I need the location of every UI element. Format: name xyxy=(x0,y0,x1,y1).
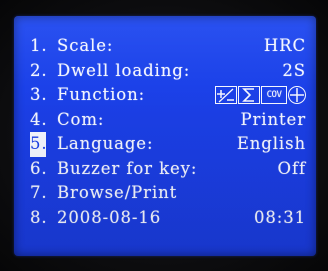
menu-item-label: Com: xyxy=(57,109,105,129)
menu-item-function[interactable]: 3. Function: COV xyxy=(30,83,308,108)
scale-value: HRC xyxy=(263,36,306,55)
com-value: Printer xyxy=(240,109,306,129)
function-icons: COV xyxy=(215,86,306,104)
device-bezel: 1. Scale: HRC 2. Dwell loading: 2S 3. Funct… xyxy=(0,0,328,271)
cov-icon: COV xyxy=(261,86,287,104)
menu-item-number: 6. xyxy=(30,158,48,178)
menu-item-number: 4. xyxy=(30,109,48,129)
sigma-icon xyxy=(238,86,260,104)
selection-cursor: 5. xyxy=(30,132,47,157)
menu-item-label: Language: xyxy=(57,134,154,153)
menu-item-number: 7. xyxy=(30,183,48,202)
menu-item-number: 3. xyxy=(30,85,48,104)
menu-item-dwell-loading[interactable]: 2. Dwell loading: 2S xyxy=(30,59,308,84)
menu-item-label: Dwell loading: xyxy=(57,60,191,80)
language-value: English xyxy=(236,134,306,153)
plus-minus-icon xyxy=(215,86,237,104)
menu-item-label: Function: xyxy=(57,85,146,104)
menu-item-label: Scale: xyxy=(57,36,114,55)
lcd-screen: 1. Scale: HRC 2. Dwell loading: 2S 3. Funct… xyxy=(14,16,316,256)
menu-item-language[interactable]: 5. Language: English xyxy=(30,132,308,157)
menu-item-number: 2. xyxy=(30,60,48,80)
menu-item-number: 8. xyxy=(30,207,48,227)
menu-item-com[interactable]: 4. Com: Printer xyxy=(30,108,308,133)
menu-item-label: Buzzer for key: xyxy=(57,158,198,178)
dwell-loading-value: 2S xyxy=(282,60,306,80)
settings-menu: 1. Scale: HRC 2. Dwell loading: 2S 3. Funct… xyxy=(30,34,308,230)
date-value: 2008-08-16 xyxy=(57,207,162,227)
menu-item-browse-print[interactable]: 7. Browse/Print xyxy=(30,181,308,206)
menu-item-number: 1. xyxy=(30,36,48,55)
buzzer-value: Off xyxy=(277,158,306,178)
menu-item-date-time[interactable]: 8. 2008-08-16 08:31 xyxy=(30,206,308,231)
phi-icon xyxy=(288,86,306,104)
menu-item-scale[interactable]: 1. Scale: HRC xyxy=(30,34,308,59)
time-value: 08:31 xyxy=(253,207,306,227)
menu-item-label: Browse/Print xyxy=(57,183,178,202)
menu-item-buzzer[interactable]: 6. Buzzer for key: Off xyxy=(30,157,308,182)
